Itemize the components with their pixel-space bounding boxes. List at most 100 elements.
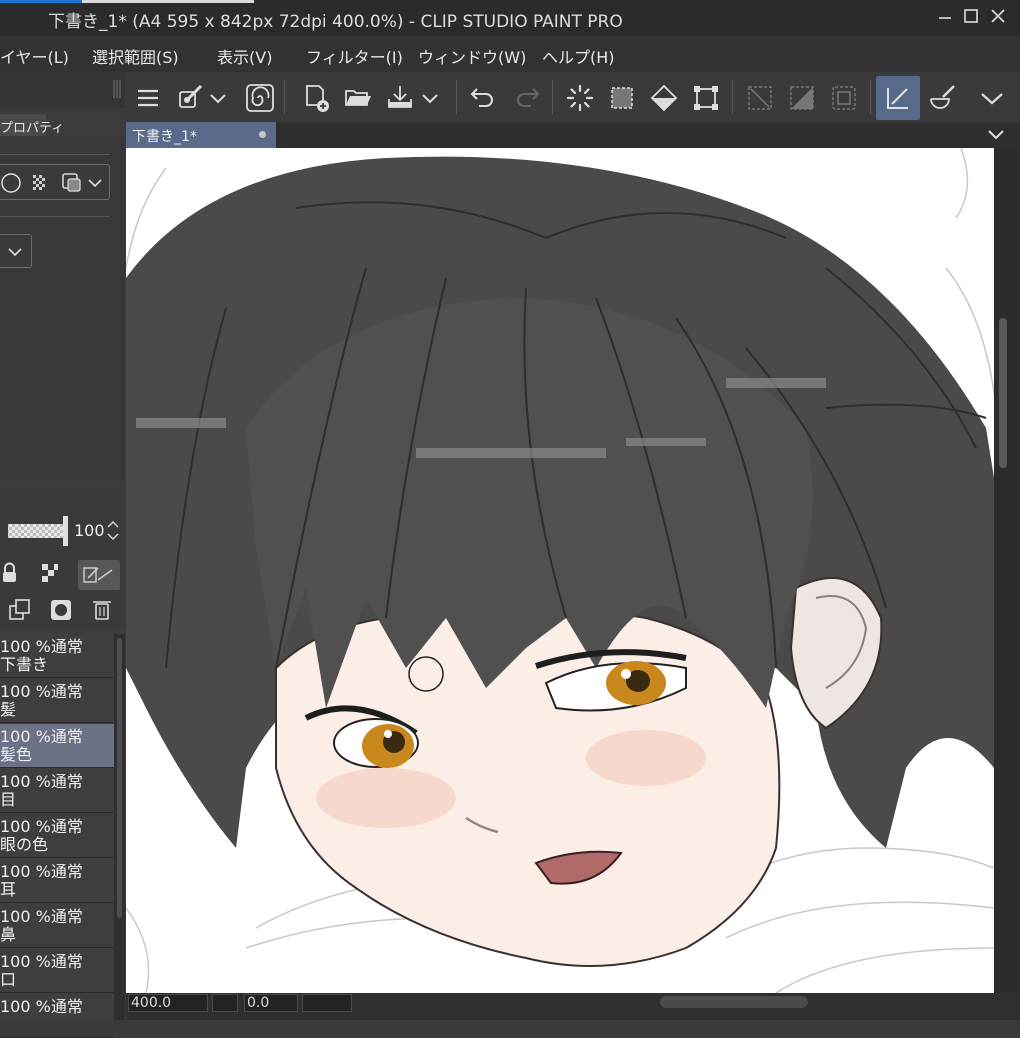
document-tab[interactable]: 下書き_1*	[126, 122, 276, 148]
layer-list: 100 %通常 下書き 100 %通常髪 100 %通常 髪色 100 %通常目 1…	[0, 634, 114, 1038]
layer-item-selected[interactable]: 100 %通常 髪色	[0, 724, 114, 768]
layer-mode: 100 %通常	[0, 907, 83, 926]
menu-layer[interactable]: イヤー(L)	[0, 44, 69, 68]
divider	[0, 154, 110, 155]
layer-item[interactable]: 100 %通常髪	[0, 679, 114, 723]
close-icon[interactable]	[987, 6, 1009, 28]
layer-item[interactable]: 100 %通常鼻	[0, 904, 114, 948]
save-icon[interactable]	[380, 78, 420, 118]
layer-name: 耳	[0, 880, 17, 899]
layer-mode: 100 %通常	[0, 727, 83, 746]
property-panel	[0, 136, 125, 480]
document-tab-label: 下書き_1*	[132, 129, 197, 145]
clear-selection-icon[interactable]	[740, 78, 780, 118]
redo-icon[interactable]	[506, 78, 546, 118]
opacity-value[interactable]: 100	[74, 521, 105, 540]
layer-mode: 100 %通常	[0, 952, 83, 971]
brush-icon[interactable]	[922, 78, 962, 118]
zoom-spinner[interactable]	[212, 994, 238, 1012]
layer-item[interactable]: 100 %通常	[0, 994, 114, 1038]
app-accent-strip	[0, 0, 82, 3]
menu-filter[interactable]: フィルター(I)	[306, 44, 403, 68]
menu-window[interactable]: ウィンドウ(W)	[418, 44, 526, 68]
menu-icon[interactable]	[128, 78, 168, 118]
chevron-down-icon[interactable]	[986, 126, 1006, 144]
chevron-down-icon[interactable]	[972, 78, 1012, 118]
app-accent-strip-light	[82, 0, 254, 3]
select-all-icon[interactable]	[602, 78, 642, 118]
rotation-field[interactable]: 0.0	[244, 994, 298, 1012]
layer-mode: 100 %通常	[0, 772, 83, 791]
drawing-canvas[interactable]	[126, 148, 994, 993]
spinner-icon	[107, 521, 119, 540]
layer-scrollbar[interactable]	[114, 634, 125, 1020]
layer-mode: 100 %通常	[0, 637, 83, 656]
horizontal-scrollbar-thumb[interactable]	[660, 996, 808, 1008]
toolbar-separator	[456, 80, 457, 114]
layer-item[interactable]: 100 %通常口	[0, 949, 114, 993]
unsaved-dot-icon	[259, 131, 266, 138]
correct-line-icon[interactable]	[876, 76, 920, 120]
menu-selection[interactable]: 選択範囲(S)	[92, 44, 179, 68]
command-bar	[126, 72, 1020, 122]
copy-layer-icon	[9, 599, 30, 620]
blend-dropdown[interactable]	[0, 234, 32, 268]
select-loading-icon[interactable]	[560, 78, 600, 118]
grip-icon[interactable]	[0, 72, 125, 108]
chevron-down-icon[interactable]	[206, 78, 230, 118]
layer-name: 目	[0, 790, 17, 809]
window-title: 下書き_1* (A4 595 x 842px 72dpi 400.0%) - C…	[48, 12, 623, 32]
canvas-vertical-scrollbar[interactable]	[994, 148, 1020, 993]
brush-settings-icon[interactable]	[170, 78, 210, 118]
brush-shape-selector[interactable]	[0, 164, 110, 200]
minimize-icon[interactable]	[934, 6, 956, 28]
fill-icon[interactable]	[644, 78, 684, 118]
artwork	[126, 148, 994, 993]
menu-help[interactable]: ヘルプ(H)	[542, 44, 615, 68]
status-bar: 400.0 0.0	[126, 993, 1020, 1020]
layer-mask-icon	[51, 600, 71, 620]
new-canvas-icon[interactable]	[296, 78, 336, 118]
layer-name: 口	[0, 970, 17, 989]
layer-item[interactable]: 100 %通常 眼の色	[0, 814, 114, 858]
toolbar-separator	[552, 80, 553, 114]
layer-name: 眼の色	[0, 835, 49, 854]
undo-icon[interactable]	[464, 78, 504, 118]
chevron-down-icon	[8, 248, 22, 257]
lock-transparency-icon	[42, 564, 58, 582]
tab-property[interactable]: プロパティ	[0, 114, 64, 136]
rotation-spinner[interactable]	[302, 994, 352, 1012]
toolbar-separator	[284, 80, 285, 114]
scrollbar-thumb[interactable]	[117, 638, 122, 918]
trash-icon	[93, 601, 111, 620]
lock-icon	[3, 562, 16, 582]
layer-item[interactable]: 100 %通常目	[0, 769, 114, 813]
open-folder-icon[interactable]	[338, 78, 378, 118]
panel-header	[0, 72, 125, 108]
layer-controls	[0, 488, 125, 628]
invert-selection-icon[interactable]	[782, 78, 822, 118]
layer-mode: 100 %通常	[0, 817, 83, 836]
layer-mode: 100 %通常	[0, 862, 83, 881]
deselect-icon[interactable]	[824, 78, 864, 118]
spiral-icon[interactable]	[240, 78, 280, 118]
transform-icon[interactable]	[686, 78, 726, 118]
menu-bar: イヤー(L) 選択範囲(S) 表示(V) フィルター(I) ウィンドウ(W) ヘ…	[0, 36, 1020, 72]
opacity-slider-handle	[63, 516, 68, 546]
toolbar-separator	[870, 80, 871, 114]
layer-item[interactable]: 100 %通常耳	[0, 859, 114, 903]
divider	[0, 216, 110, 217]
layer-item[interactable]: 100 %通常 下書き	[0, 634, 114, 678]
circle-icon	[1, 173, 21, 193]
menu-view[interactable]: 表示(V)	[217, 44, 272, 68]
zoom-field[interactable]: 400.0	[128, 994, 208, 1012]
maximize-icon[interactable]	[960, 6, 982, 28]
layer-name: 下書き	[0, 655, 49, 674]
layer-mode: 100 %通常	[0, 682, 83, 701]
layer-name: 鼻	[0, 925, 17, 944]
chevron-down-icon[interactable]	[418, 78, 442, 118]
opacity-slider	[8, 524, 64, 538]
title-bar: 下書き_1* (A4 595 x 842px 72dpi 400.0%) - C…	[0, 0, 1020, 36]
texture-icon	[33, 175, 45, 190]
scrollbar-thumb[interactable]	[999, 318, 1007, 468]
